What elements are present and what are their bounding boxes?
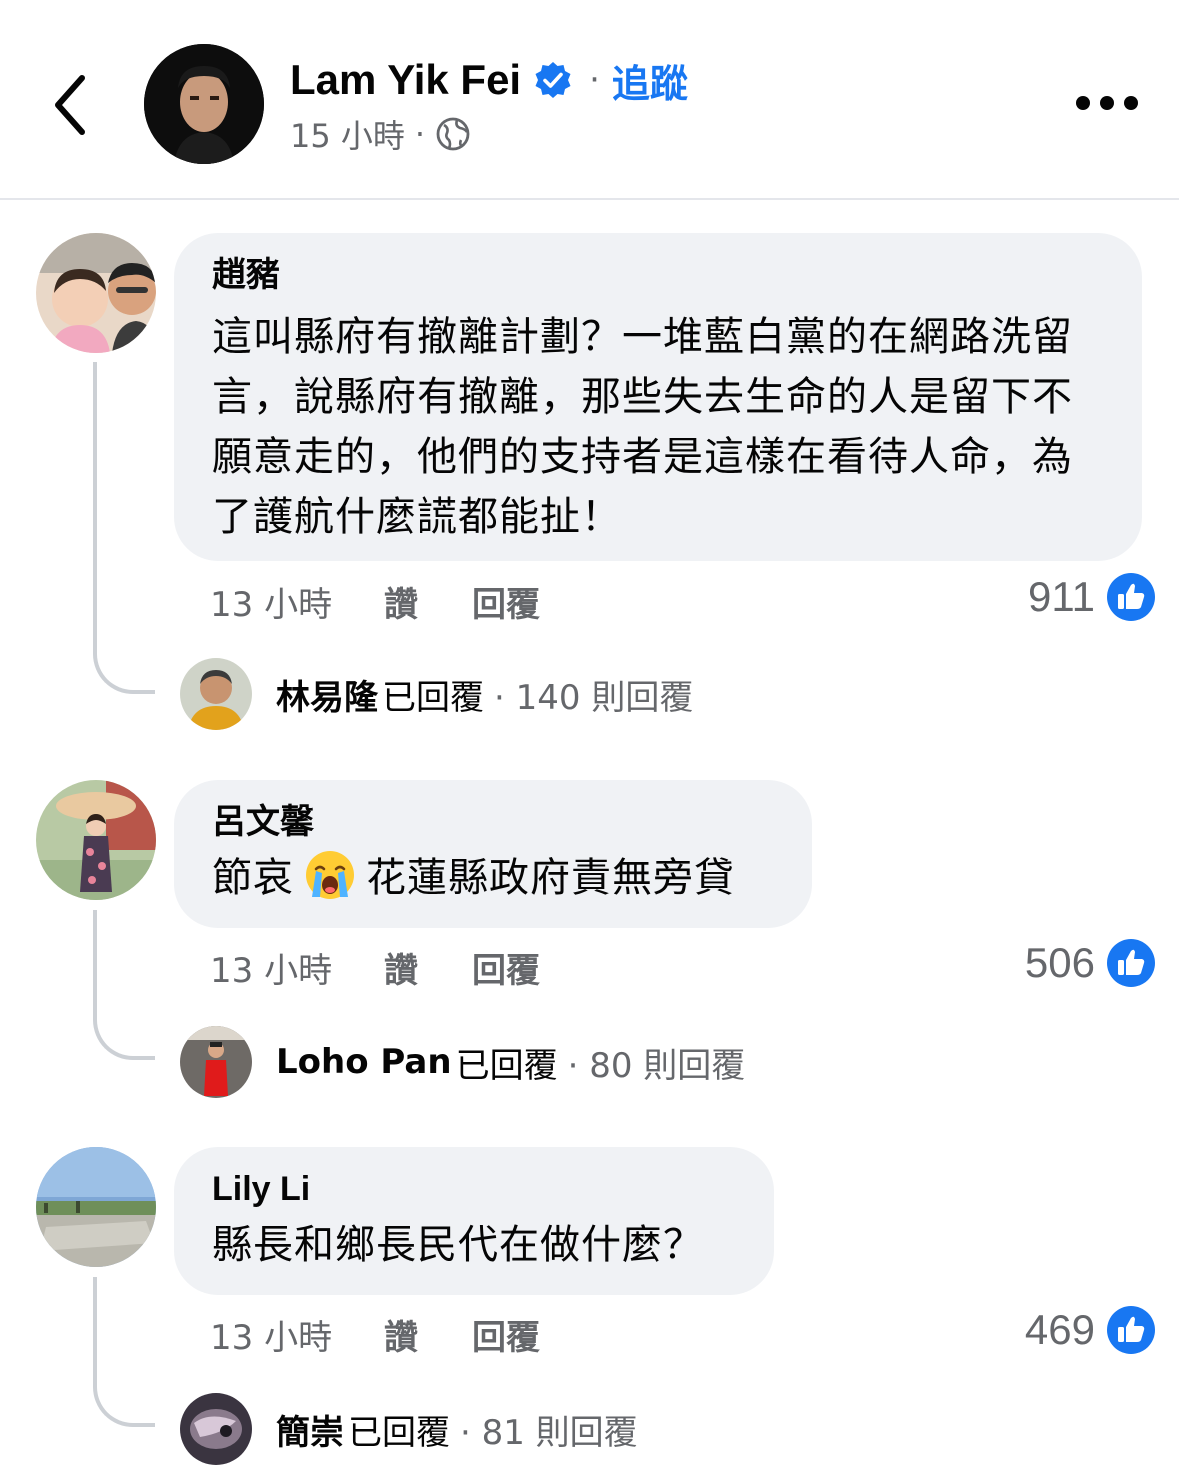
replied-label: 已回覆 xyxy=(348,1412,450,1453)
reply-count: · 140 則回覆 xyxy=(494,677,694,718)
meta-separator: · xyxy=(414,115,426,153)
header-separator: · xyxy=(589,60,600,100)
back-chevron-icon xyxy=(55,75,85,135)
more-options-icon xyxy=(1076,96,1090,110)
view-replies-link[interactable]: 林易隆 已回覆 · 140 則回覆 xyxy=(180,658,693,730)
reply-button[interactable]: 回覆 xyxy=(472,943,540,992)
comment-text: 節哀 花蓮縣政府責無旁貸 xyxy=(212,848,774,908)
replier-avatar xyxy=(180,658,252,730)
more-options-button[interactable] xyxy=(1076,90,1138,116)
like-count: 911 xyxy=(1028,573,1095,620)
thumbs-up-icon xyxy=(1107,573,1155,621)
comment-time[interactable]: 13 小時 xyxy=(210,1310,384,1359)
reply-thread-line xyxy=(93,362,155,694)
view-replies-link[interactable]: Loho Pan 已回覆 · 80 則回覆 xyxy=(180,1026,745,1098)
thumbs-up-icon xyxy=(1107,939,1155,987)
comment-text: 這叫縣府有撤離計劃？一堆藍白黨的在網路洗留言，說縣府有撤離，那些失去生命的人是留… xyxy=(212,314,1073,540)
comment-avatar[interactable] xyxy=(36,780,156,900)
more-options-icon-dot xyxy=(1100,96,1114,110)
thumbs-up-icon xyxy=(1107,1306,1155,1354)
comment-actions: 13 小時 讚 回覆 xyxy=(210,577,540,626)
comment-author[interactable]: 呂文馨 xyxy=(212,800,774,844)
post-timestamp[interactable]: 15 小時 xyxy=(290,111,405,157)
comment-actions: 13 小時 讚 回覆 xyxy=(210,943,540,992)
comment-time[interactable]: 13 小時 xyxy=(210,577,384,626)
like-count-badge[interactable]: 469 xyxy=(1025,1305,1155,1355)
replier-avatar xyxy=(180,1393,252,1465)
comment-actions: 13 小時 讚 回覆 xyxy=(210,1310,540,1359)
replier-name: 林易隆 xyxy=(276,677,378,718)
like-button[interactable]: 讚 xyxy=(384,943,472,992)
replied-label: 已回覆 xyxy=(455,1045,558,1086)
comment-bubble[interactable]: 趙豬 這叫縣府有撤離計劃？一堆藍白黨的在網路洗留言，說縣府有撤離，那些失去生命的… xyxy=(174,233,1142,561)
reply-button[interactable]: 回覆 xyxy=(472,577,540,626)
replier-name: Loho Pan xyxy=(276,1042,452,1082)
comment-bubble[interactable]: 呂文馨 節哀 花蓮縣政府責無旁貸 xyxy=(174,780,812,928)
author-name[interactable]: Lam Yik Fei xyxy=(290,56,521,104)
author-avatar[interactable] xyxy=(144,44,264,164)
reply-count: · 81 則回覆 xyxy=(460,1412,638,1453)
like-button[interactable]: 讚 xyxy=(384,577,472,626)
post-header: Lam Yik Fei · 追蹤 15 小時 · xyxy=(0,0,1179,200)
comment-avatar[interactable] xyxy=(36,1147,156,1267)
more-options-icon-dot xyxy=(1124,96,1138,110)
like-count: 469 xyxy=(1024,1306,1095,1353)
comment-author[interactable]: 趙豬 xyxy=(212,253,1104,297)
globe-icon xyxy=(436,117,470,151)
reply-thread-line xyxy=(93,1277,155,1427)
reply-count: · 80 則回覆 xyxy=(567,1045,746,1086)
replier-avatar xyxy=(180,1026,252,1098)
comment-avatar[interactable] xyxy=(36,233,156,353)
post-meta: 15 小時 · xyxy=(290,112,471,156)
like-button[interactable]: 讚 xyxy=(384,1310,472,1359)
replied-label: 已回覆 xyxy=(382,677,484,718)
comment-text-part: 節哀 xyxy=(212,855,294,901)
replier-name: 簡崇 xyxy=(276,1412,344,1453)
comment-time[interactable]: 13 小時 xyxy=(210,943,384,992)
follow-button[interactable]: 追蹤 xyxy=(612,53,688,108)
back-button[interactable] xyxy=(46,70,96,140)
loudly-crying-face-emoji xyxy=(306,851,354,899)
comment-text-part: 花蓮縣政府責無旁貸 xyxy=(366,855,735,901)
view-replies-link[interactable]: 簡崇 已回覆 · 81 則回覆 xyxy=(180,1393,638,1465)
verified-badge-icon xyxy=(535,62,571,98)
reply-button[interactable]: 回覆 xyxy=(472,1310,540,1359)
like-count-badge[interactable]: 911 xyxy=(1028,572,1155,622)
comment-text: 縣長和鄉長民代在做什麼？ xyxy=(212,1222,704,1268)
reply-thread-line xyxy=(93,910,155,1060)
like-count-badge[interactable]: 506 xyxy=(1025,938,1155,988)
comment-author[interactable]: Lily Li xyxy=(212,1167,736,1211)
comment-bubble[interactable]: Lily Li 縣長和鄉長民代在做什麼？ xyxy=(174,1147,774,1295)
like-count: 506 xyxy=(1024,939,1095,986)
